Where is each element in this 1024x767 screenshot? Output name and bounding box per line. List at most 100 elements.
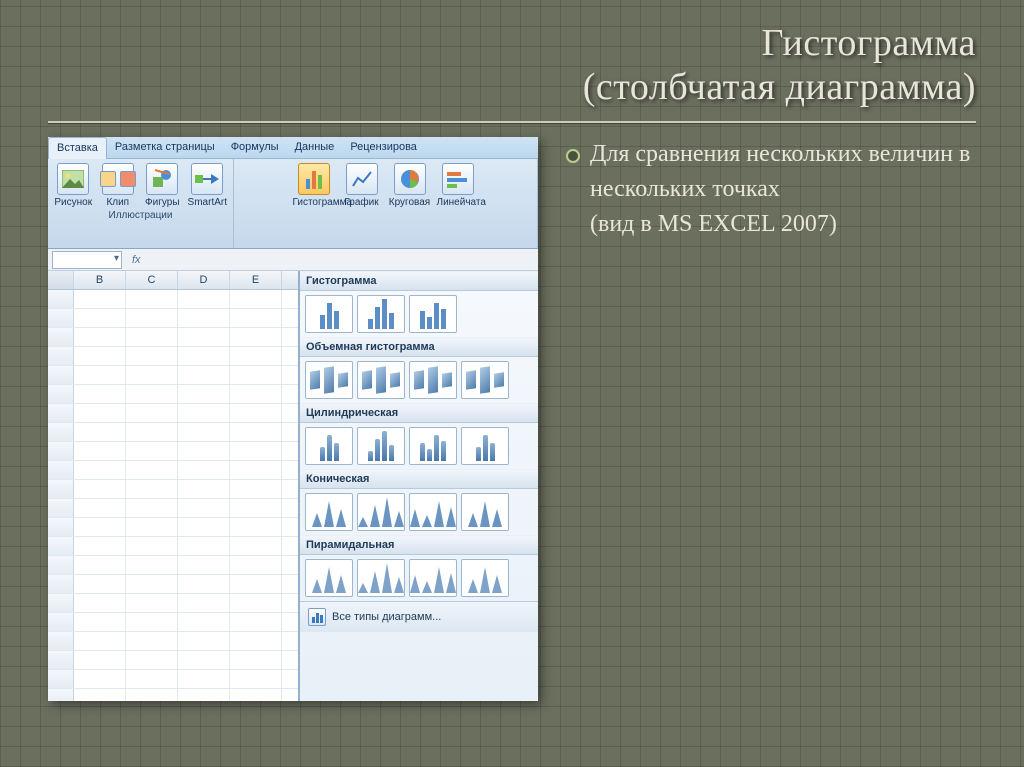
table-row[interactable] xyxy=(48,613,298,632)
picture-button[interactable]: Рисунок xyxy=(54,163,93,208)
tab-formulas[interactable]: Формулы xyxy=(223,137,287,158)
col-head-c[interactable]: C xyxy=(126,271,178,289)
fx-label[interactable]: fx xyxy=(126,254,147,266)
gallery-row xyxy=(300,489,538,535)
chart-thumb[interactable] xyxy=(357,559,405,597)
gallery-section-header: Пирамидальная xyxy=(300,535,538,555)
table-row[interactable] xyxy=(48,404,298,423)
chart-gallery: Гистограмма Объемная гистограмма Цилиндрич… xyxy=(298,271,538,701)
table-row[interactable] xyxy=(48,670,298,689)
table-row[interactable] xyxy=(48,537,298,556)
ribbon-tabs: Вставка Разметка страницы Формулы Данные… xyxy=(48,137,538,159)
gallery-section-header: Цилиндрическая xyxy=(300,403,538,423)
bar-chart-icon xyxy=(442,163,474,195)
pie-chart-button[interactable]: Круговая xyxy=(389,163,431,208)
table-row[interactable] xyxy=(48,328,298,347)
smartart-button[interactable]: SmartArt xyxy=(188,163,227,208)
chart-thumb[interactable] xyxy=(305,361,353,399)
chart-thumb[interactable] xyxy=(461,559,509,597)
gallery-row xyxy=(300,357,538,403)
chart-thumb[interactable] xyxy=(409,427,457,465)
table-row[interactable] xyxy=(48,556,298,575)
title-underline xyxy=(48,121,976,123)
table-row[interactable] xyxy=(48,366,298,385)
gallery-section-header: Коническая xyxy=(300,469,538,489)
title-line-2: (столбчатая диаграмма) xyxy=(0,66,976,110)
all-chart-types[interactable]: Все типы диаграмм... xyxy=(300,601,538,632)
table-row[interactable] xyxy=(48,385,298,404)
table-row[interactable] xyxy=(48,347,298,366)
gallery-section-header: Гистограмма xyxy=(300,271,538,291)
bullet-area: Для сравнения нескольких величин в неско… xyxy=(566,137,976,701)
bullet-text: Для сравнения нескольких величин в неско… xyxy=(590,141,970,202)
bullet-sub: (вид в MS EXCEL 2007) xyxy=(590,211,837,237)
bar-chart-button[interactable]: Линейчата xyxy=(437,163,479,208)
table-row[interactable] xyxy=(48,442,298,461)
table-row[interactable] xyxy=(48,651,298,670)
table-row[interactable] xyxy=(48,309,298,328)
table-row[interactable] xyxy=(48,480,298,499)
all-types-icon xyxy=(308,608,326,626)
group-illustrations-label: Иллюстрации xyxy=(54,210,227,221)
namebox[interactable] xyxy=(52,251,122,269)
col-head-d[interactable]: D xyxy=(178,271,230,289)
ribbon-body: Рисунок Клип Фигуры xyxy=(48,159,538,249)
rows[interactable] xyxy=(48,290,298,701)
tab-data[interactable]: Данные xyxy=(287,137,343,158)
table-row[interactable] xyxy=(48,575,298,594)
tab-page-layout[interactable]: Разметка страницы xyxy=(107,137,223,158)
formula-bar: fx xyxy=(48,249,538,271)
table-row[interactable] xyxy=(48,290,298,309)
title-line-1: Гистограмма xyxy=(0,22,976,66)
chart-thumb[interactable] xyxy=(357,427,405,465)
clip-icon xyxy=(102,163,134,195)
chart-thumb[interactable] xyxy=(409,493,457,531)
table-row[interactable] xyxy=(48,689,298,701)
bullet-icon xyxy=(566,149,580,163)
chart-thumb[interactable] xyxy=(305,559,353,597)
all-types-label: Все типы диаграмм... xyxy=(332,611,441,623)
tab-review[interactable]: Рецензирова xyxy=(342,137,425,158)
worksheet[interactable]: B C D E xyxy=(48,271,298,701)
bullet-text-wrap: Для сравнения нескольких величин в неско… xyxy=(590,137,976,241)
table-row[interactable] xyxy=(48,518,298,537)
smartart-icon xyxy=(191,163,223,195)
gallery-row xyxy=(300,423,538,469)
chart-thumb[interactable] xyxy=(305,427,353,465)
table-row[interactable] xyxy=(48,461,298,480)
chart-thumb[interactable] xyxy=(357,493,405,531)
tab-insert[interactable]: Вставка xyxy=(48,137,107,159)
line-chart-button[interactable]: График xyxy=(341,163,383,208)
col-head-e[interactable]: E xyxy=(230,271,282,289)
group-charts: Гистограмма График Круговая xyxy=(234,159,538,248)
table-row[interactable] xyxy=(48,423,298,442)
table-row[interactable] xyxy=(48,499,298,518)
picture-icon xyxy=(57,163,89,195)
chart-thumb[interactable] xyxy=(461,361,509,399)
shapes-button[interactable]: Фигуры xyxy=(143,163,182,208)
histogram-icon xyxy=(298,163,330,195)
chart-thumb[interactable] xyxy=(305,493,353,531)
gallery-section-header: Объемная гистограмма xyxy=(300,337,538,357)
chart-thumb[interactable] xyxy=(409,361,457,399)
slide-title: Гистограмма (столбчатая диаграмма) xyxy=(0,0,1024,117)
line-chart-icon xyxy=(346,163,378,195)
column-headers[interactable]: B C D E xyxy=(48,271,298,290)
group-illustrations: Рисунок Клип Фигуры xyxy=(48,159,234,248)
chart-thumb[interactable] xyxy=(357,295,405,333)
col-head-blank[interactable] xyxy=(48,271,74,289)
chart-thumb[interactable] xyxy=(305,295,353,333)
excel-screenshot: Вставка Разметка страницы Формулы Данные… xyxy=(48,137,538,701)
chart-thumb[interactable] xyxy=(461,427,509,465)
table-row[interactable] xyxy=(48,594,298,613)
shapes-icon xyxy=(146,163,178,195)
gallery-row xyxy=(300,291,538,337)
col-head-b[interactable]: B xyxy=(74,271,126,289)
chart-thumb[interactable] xyxy=(357,361,405,399)
clip-button[interactable]: Клип xyxy=(99,163,138,208)
table-row[interactable] xyxy=(48,632,298,651)
chart-thumb[interactable] xyxy=(409,559,457,597)
chart-thumb[interactable] xyxy=(461,493,509,531)
histogram-button[interactable]: Гистограмма xyxy=(293,163,335,208)
chart-thumb[interactable] xyxy=(409,295,457,333)
